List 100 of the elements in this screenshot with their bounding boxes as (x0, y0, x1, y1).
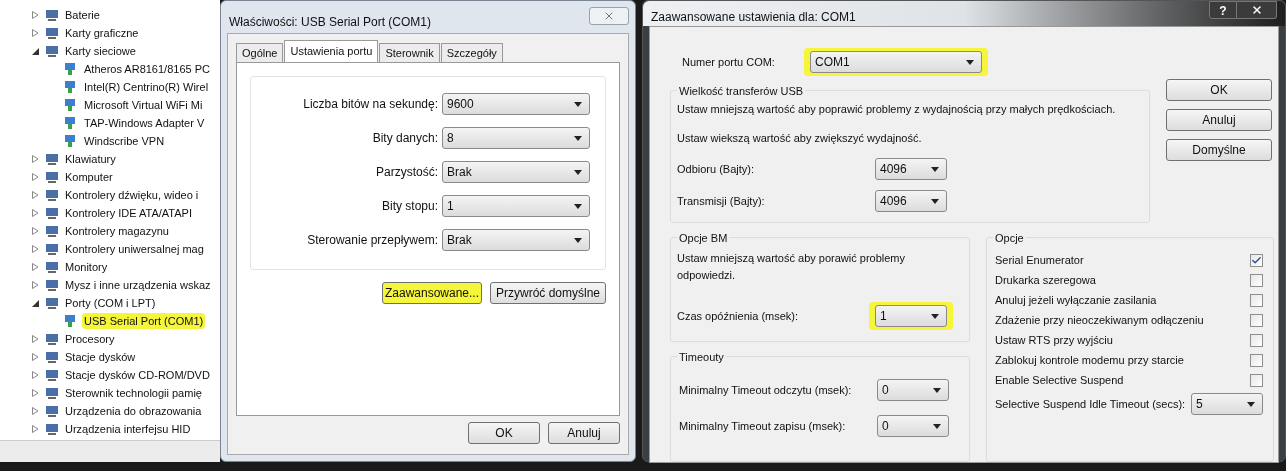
dropdown[interactable]: 9600 (442, 93, 590, 115)
dropdown[interactable]: COM1 (810, 51, 982, 73)
tree-item[interactable]: Stacje dysków (64, 348, 137, 366)
help-button[interactable]: ? (1209, 1, 1237, 19)
tree-item[interactable]: Intel(R) Centrino(R) Wirel (82, 78, 211, 96)
tree-item[interactable]: Windscribe VPN (82, 132, 167, 150)
close-button[interactable] (589, 7, 629, 25)
collapsed-arrow-icon[interactable] (32, 11, 40, 19)
tab[interactable]: Ogólne (236, 43, 284, 62)
collapsed-arrow-icon[interactable] (32, 173, 40, 181)
dropdown[interactable]: 0 (877, 379, 949, 401)
collapsed-arrow-icon[interactable] (32, 371, 40, 379)
tree-item[interactable]: Komputer (64, 168, 114, 186)
collapsed-arrow-icon[interactable] (32, 155, 40, 163)
device-category-icon (44, 331, 60, 347)
device-category-icon (44, 7, 60, 23)
close-button[interactable] (1237, 1, 1277, 19)
tree-item[interactable]: Urządzenia do obrazowania (64, 402, 203, 420)
device-icon (62, 133, 78, 149)
tree-item[interactable]: Karty sieciowe (64, 42, 137, 60)
dropdown[interactable]: 8 (442, 127, 590, 149)
tree-item[interactable]: Stacje dysków CD-ROM/DVD (64, 366, 211, 384)
dropdown[interactable]: 4096 (875, 190, 947, 212)
tree-item[interactable]: Microsoft Virtual WiFi Mi (82, 96, 205, 114)
checkbox-label: Zablokuj kontrole modemu przy starcie (995, 353, 1184, 369)
field-label: Parzystość: (376, 164, 438, 181)
expanded-arrow-icon[interactable] (32, 299, 40, 307)
checkbox-label: Zdażenie przy nieoczekiwanym odłączeniu (995, 313, 1204, 329)
collapsed-arrow-icon[interactable] (32, 191, 40, 199)
collapsed-arrow-icon[interactable] (32, 407, 40, 415)
collapsed-arrow-icon[interactable] (32, 245, 40, 253)
tree-item[interactable]: Kontrolery IDE ATA/ATAPI (64, 204, 193, 222)
tab[interactable]: Ustawienia portu (284, 40, 379, 62)
checkbox[interactable] (1250, 254, 1263, 267)
tree-item[interactable]: Kontrolery uniwersalnej mag (64, 240, 205, 258)
device-category-icon (44, 421, 60, 437)
help-text: Ustaw mniejszą wartość aby porawić problemy odpowiedzi. (677, 251, 907, 283)
tree-item[interactable]: Porty (COM i LPT) (64, 294, 157, 312)
tree-item[interactable]: TAP-Windows Adapter V (82, 114, 207, 132)
collapsed-arrow-icon[interactable] (32, 227, 40, 235)
dialog-button[interactable]: OK (468, 422, 540, 444)
collapsed-arrow-icon[interactable] (32, 425, 40, 433)
dialog-button[interactable]: Anuluj (1166, 109, 1272, 131)
checkbox[interactable] (1250, 294, 1263, 307)
dropdown[interactable]: 4096 (875, 158, 947, 180)
collapsed-arrow-icon[interactable] (32, 281, 40, 289)
tree-item[interactable]: Atheros AR8161/8165 PC (82, 60, 212, 78)
tree-item[interactable]: Kontrolery dźwięku, wideo i (64, 186, 200, 204)
dropdown[interactable]: Brak (442, 161, 590, 183)
dropdown[interactable]: 5 (1191, 393, 1263, 415)
checkbox[interactable] (1250, 374, 1263, 387)
collapsed-arrow-icon[interactable] (32, 263, 40, 271)
dropdown[interactable]: 1 (875, 305, 947, 327)
dropdown-arrow-icon (931, 313, 939, 319)
dropdown[interactable]: 1 (442, 195, 590, 217)
dropdown[interactable]: 0 (877, 415, 949, 437)
tree-item[interactable]: Sterownik technologii pamię (64, 384, 203, 402)
tree-item[interactable]: Baterie (64, 6, 101, 24)
checkbox[interactable] (1250, 314, 1263, 327)
dialog-button[interactable]: Anuluj (548, 422, 620, 444)
close-icon (1250, 4, 1263, 16)
device-category-icon (44, 223, 60, 239)
tree-item[interactable]: Kontrolery magazynu (64, 222, 170, 240)
dropdown[interactable]: Brak (442, 229, 590, 251)
dialog-button[interactable]: Domyślne (1166, 139, 1272, 161)
tab[interactable]: Sterownik (379, 43, 440, 62)
device-category-icon (44, 295, 60, 311)
dropdown-arrow-icon (931, 198, 939, 204)
field-label: Czas opóźnienia (msek): (677, 308, 800, 324)
dialog-button[interactable]: Zaawansowane... (382, 282, 482, 304)
dropdown-arrow-icon (1247, 401, 1255, 407)
collapsed-arrow-icon[interactable] (32, 389, 40, 397)
dropdown-arrow-icon (933, 423, 941, 429)
device-category-icon (44, 205, 60, 221)
collapsed-arrow-icon[interactable] (32, 335, 40, 343)
field-label: Minimalny Timeout zapisu (msek): (679, 418, 847, 434)
device-category-icon (44, 187, 60, 203)
device-category-icon (44, 367, 60, 383)
tree-item[interactable]: Mysz i inne urządzenia wskaz (64, 276, 212, 294)
checkbox-label: Serial Enumerator (995, 253, 1084, 269)
checkbox[interactable] (1250, 354, 1263, 367)
collapsed-arrow-icon[interactable] (32, 29, 40, 37)
checkbox[interactable] (1250, 274, 1263, 287)
tree-item[interactable]: Klawiatury (64, 150, 117, 168)
tab[interactable]: Szczegóły (440, 43, 503, 62)
tree-item[interactable]: Urządzenia interfejsu HID (64, 420, 192, 438)
collapsed-arrow-icon[interactable] (32, 209, 40, 217)
device-category-icon (44, 43, 60, 59)
dialog-button[interactable]: Przywróć domyślne (490, 282, 606, 304)
tree-item[interactable]: Karty graficzne (64, 24, 140, 42)
close-icon (603, 10, 615, 22)
dialog-button[interactable]: OK (1166, 79, 1272, 101)
tree-item[interactable]: USB Serial Port (COM1) (82, 312, 206, 330)
expanded-arrow-icon[interactable] (32, 47, 40, 55)
collapsed-arrow-icon[interactable] (32, 353, 40, 361)
tree-item[interactable]: Monitory (64, 258, 109, 276)
tree-item[interactable]: Procesory (64, 330, 116, 348)
dropdown-arrow-icon (574, 101, 582, 107)
checkbox[interactable] (1250, 334, 1263, 347)
field-label: Minimalny Timeout odczytu (msek): (679, 382, 853, 398)
